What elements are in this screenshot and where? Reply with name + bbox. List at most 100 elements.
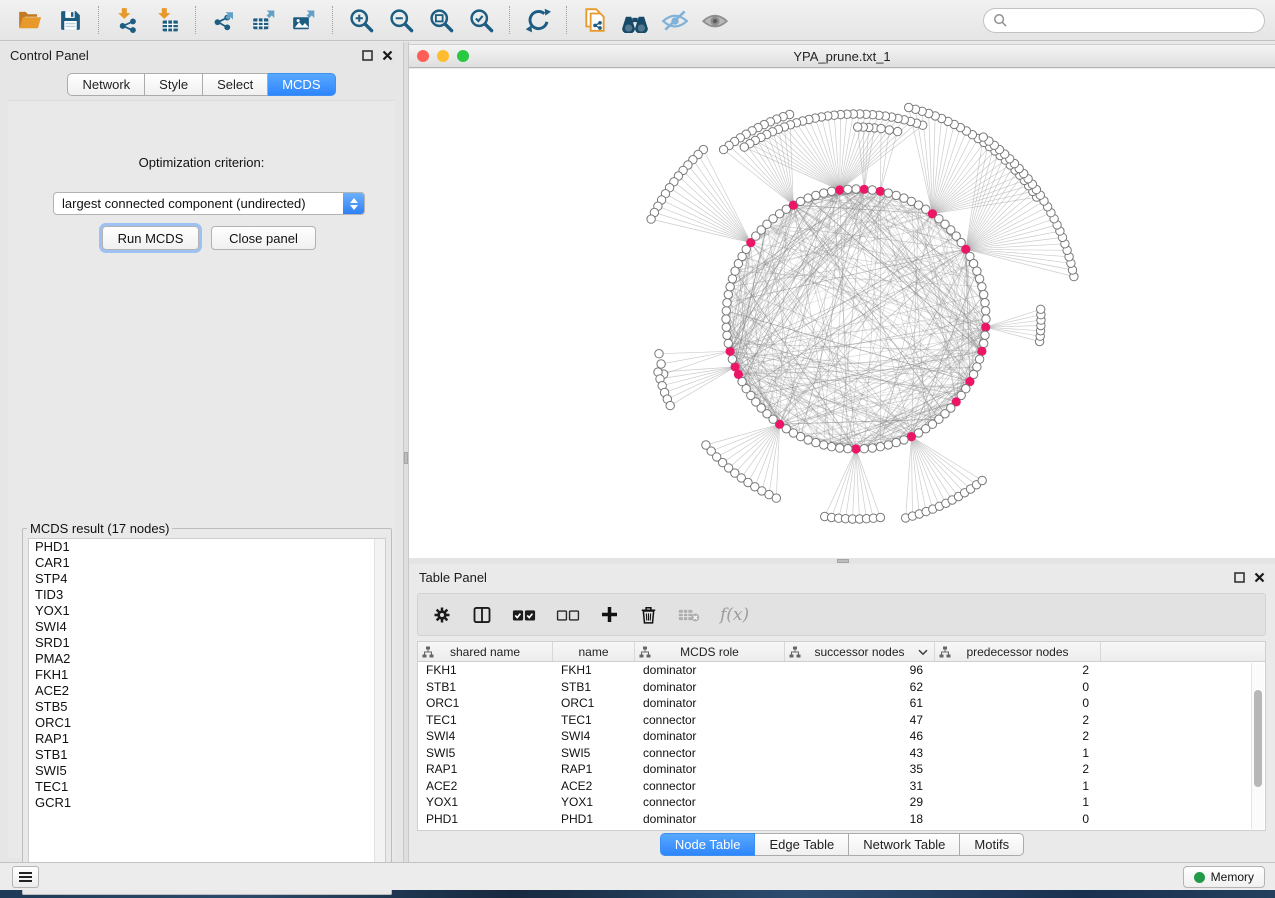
mcds-result-item[interactable]: STB5 xyxy=(29,699,385,715)
graph-node[interactable] xyxy=(812,191,820,199)
zoom-in-icon[interactable] xyxy=(345,5,377,35)
mcds-result-item[interactable]: SWI4 xyxy=(29,619,385,635)
mcds-result-item[interactable]: SWI5 xyxy=(29,763,385,779)
graph-leaf-node[interactable] xyxy=(979,133,987,141)
graph-node[interactable] xyxy=(722,315,730,323)
add-column-icon[interactable] xyxy=(600,602,619,628)
memory-button[interactable]: Memory xyxy=(1183,866,1265,888)
search-box[interactable] xyxy=(983,8,1265,33)
mcds-result-item[interactable]: SRD1 xyxy=(29,635,385,651)
graph-node[interactable] xyxy=(982,307,990,315)
graph-node[interactable] xyxy=(884,189,892,197)
mcds-result-item[interactable]: YOX1 xyxy=(29,603,385,619)
graph-node[interactable] xyxy=(812,438,820,446)
graph-leaf-node[interactable] xyxy=(657,360,665,368)
graph-node[interactable] xyxy=(728,355,736,363)
function-builder-icon[interactable]: f(x) xyxy=(720,602,749,628)
column-header-predecessor-nodes[interactable]: predecessor nodes xyxy=(935,642,1101,661)
network-snapshot-icon[interactable] xyxy=(579,5,611,35)
export-image-icon[interactable] xyxy=(288,5,320,35)
window-close-button[interactable] xyxy=(417,50,429,62)
eye-icon[interactable] xyxy=(699,5,731,35)
float-panel-icon[interactable] xyxy=(362,50,373,61)
mcds-result-item[interactable]: TID3 xyxy=(29,587,385,603)
graph-node[interactable] xyxy=(820,441,828,449)
graph-node[interactable] xyxy=(820,189,828,197)
export-network-icon[interactable] xyxy=(208,5,240,35)
graph-node[interactable] xyxy=(827,443,835,451)
graph-leaf-node[interactable] xyxy=(877,124,885,132)
graph-mcds-node[interactable] xyxy=(851,444,860,453)
graph-node[interactable] xyxy=(892,191,900,199)
table-row[interactable]: TEC1TEC1connector472 xyxy=(418,712,1265,729)
graph-node[interactable] xyxy=(827,187,835,195)
import-table-icon[interactable] xyxy=(151,5,183,35)
mcds-result-item[interactable]: STP4 xyxy=(29,571,385,587)
mcds-result-item[interactable]: ORC1 xyxy=(29,715,385,731)
splitter-grip[interactable] xyxy=(837,559,849,563)
graph-leaf-node[interactable] xyxy=(740,143,748,151)
close-panel-icon[interactable] xyxy=(382,50,393,61)
window-minimize-button[interactable] xyxy=(437,50,449,62)
graph-node[interactable] xyxy=(728,275,736,283)
eye-slash-icon[interactable] xyxy=(659,5,691,35)
mcds-list-scrollbar[interactable] xyxy=(374,539,385,888)
scrollbar-thumb[interactable] xyxy=(1254,690,1262,787)
tab-mcds[interactable]: MCDS xyxy=(268,73,335,96)
column-header-mcds-role[interactable]: MCDS role xyxy=(635,642,785,661)
graph-node[interactable] xyxy=(722,323,730,331)
table-row[interactable]: ACE2ACE2connector311 xyxy=(418,778,1265,795)
graph-node[interactable] xyxy=(978,283,986,291)
table-row[interactable]: ORC1ORC1dominator610 xyxy=(418,695,1265,712)
graph-leaf-node[interactable] xyxy=(893,127,901,135)
table-row[interactable]: STB1STB1dominator620 xyxy=(418,679,1265,696)
table-row[interactable]: RAP1RAP1dominator352 xyxy=(418,761,1265,778)
graph-node[interactable] xyxy=(981,299,989,307)
network-view-canvas[interactable] xyxy=(409,69,1275,558)
float-panel-icon[interactable] xyxy=(1234,572,1245,583)
tab-style[interactable]: Style xyxy=(145,73,203,96)
run-mcds-button[interactable]: Run MCDS xyxy=(102,226,199,250)
tab-select[interactable]: Select xyxy=(203,73,268,96)
mcds-result-item[interactable]: CAR1 xyxy=(29,555,385,571)
network-window-titlebar[interactable]: YPA_prune.txt_1 xyxy=(409,44,1275,68)
graph-node[interactable] xyxy=(892,438,900,446)
graph-node[interactable] xyxy=(980,290,988,298)
import-network-icon[interactable] xyxy=(111,5,143,35)
settings-gear-icon[interactable] xyxy=(432,602,452,628)
graph-mcds-node[interactable] xyxy=(835,185,844,194)
tab-network[interactable]: Network xyxy=(67,73,145,96)
graph-node[interactable] xyxy=(868,444,876,452)
graph-node[interactable] xyxy=(804,194,812,202)
mcds-result-item[interactable]: RAP1 xyxy=(29,731,385,747)
mcds-result-item[interactable]: ACE2 xyxy=(29,683,385,699)
table-row[interactable]: FKH1FKH1dominator962 xyxy=(418,662,1265,679)
graph-leaf-node[interactable] xyxy=(854,123,862,131)
graph-leaf-node[interactable] xyxy=(666,401,674,409)
delete-table-icon[interactable] xyxy=(678,602,700,628)
graph-mcds-node[interactable] xyxy=(981,323,990,332)
deselect-all-icon[interactable] xyxy=(556,602,580,628)
tab-network-table[interactable]: Network Table xyxy=(849,833,960,856)
graph-node[interactable] xyxy=(722,307,730,315)
graph-leaf-node[interactable] xyxy=(647,215,655,223)
tab-motifs[interactable]: Motifs xyxy=(960,833,1024,856)
graph-node[interactable] xyxy=(836,444,844,452)
open-session-icon[interactable] xyxy=(14,5,46,35)
graph-leaf-node[interactable] xyxy=(905,103,913,111)
tab-edge-table[interactable]: Edge Table xyxy=(755,833,849,856)
close-panel-button[interactable]: Close panel xyxy=(211,226,316,250)
graph-node[interactable] xyxy=(860,445,868,453)
mcds-result-item[interactable]: STB1 xyxy=(29,747,385,763)
column-header-successor-nodes[interactable]: successor nodes xyxy=(785,642,935,661)
criterion-dropdown[interactable]: largest connected component (undirected) xyxy=(53,192,365,215)
graph-leaf-node[interactable] xyxy=(655,350,663,358)
graph-node[interactable] xyxy=(723,331,731,339)
select-all-icon[interactable] xyxy=(512,602,536,628)
mcds-result-item[interactable]: GCR1 xyxy=(29,795,385,811)
graph-leaf-node[interactable] xyxy=(719,145,727,153)
save-session-icon[interactable] xyxy=(54,5,86,35)
graph-node[interactable] xyxy=(852,185,860,193)
window-zoom-button[interactable] xyxy=(457,50,469,62)
graph-node[interactable] xyxy=(876,443,884,451)
